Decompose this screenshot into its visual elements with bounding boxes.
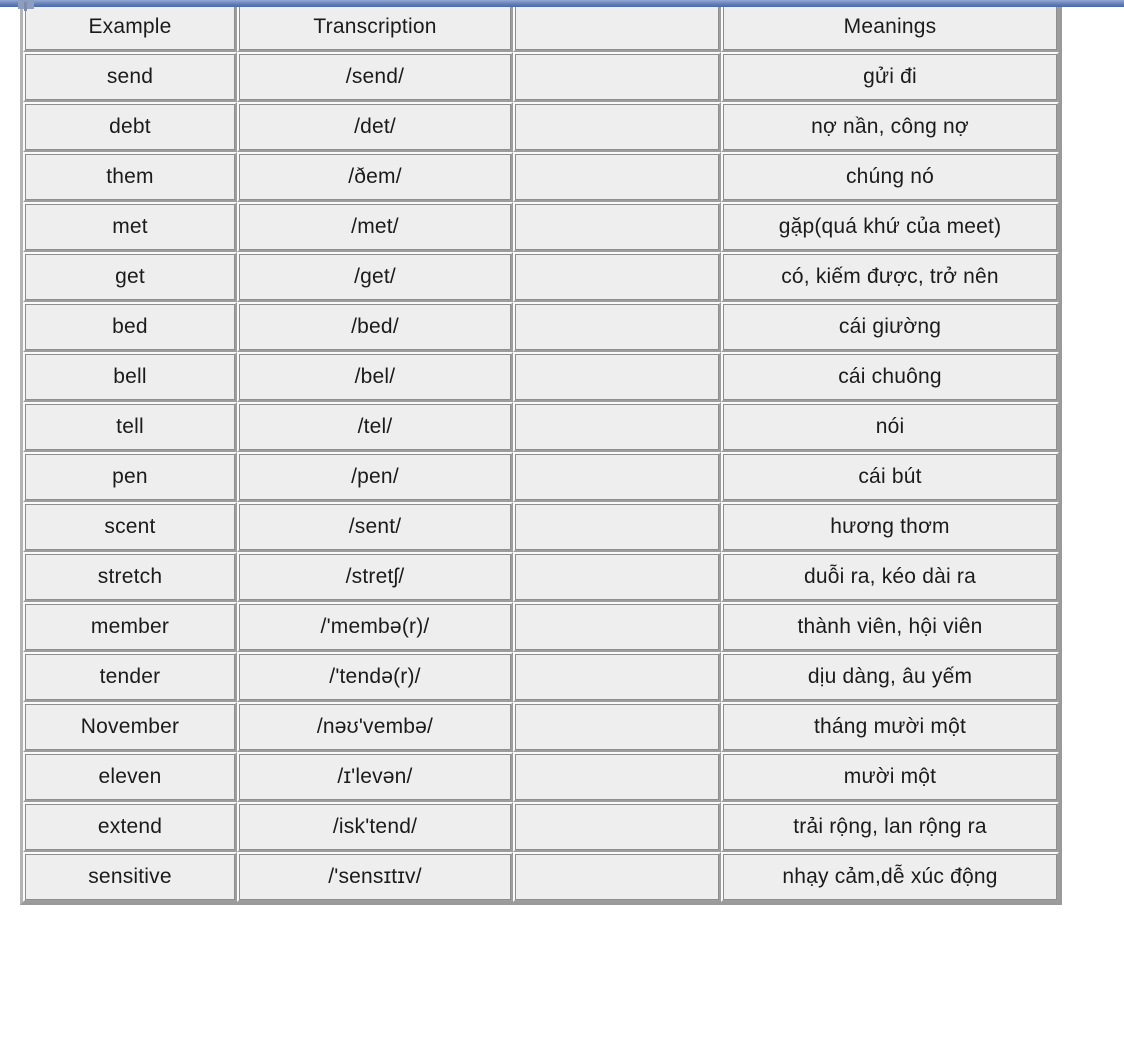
table-row: bed/bed/cái giường <box>23 302 1059 352</box>
cell-example: send <box>23 52 237 102</box>
table-row: stretch/stretʃ/duỗi ra, kéo dài ra <box>23 552 1059 602</box>
cell-example: bell <box>23 352 237 402</box>
cell-transcription: /'tendə(r)/ <box>237 652 513 702</box>
cell-blank <box>513 552 721 602</box>
cell-example: member <box>23 602 237 652</box>
cell-blank <box>513 452 721 502</box>
cell-example: them <box>23 152 237 202</box>
cell-blank <box>513 752 721 802</box>
header-transcription: Transcription <box>237 2 513 52</box>
cell-transcription: /det/ <box>237 102 513 152</box>
cell-transcription: /tel/ <box>237 402 513 452</box>
cell-transcription: /bed/ <box>237 302 513 352</box>
cell-meaning: cái chuông <box>721 352 1059 402</box>
table-header: Example Transcription Meanings <box>23 2 1059 52</box>
cell-example: bed <box>23 302 237 352</box>
cell-example: scent <box>23 502 237 552</box>
table-row: scent/sent/hương thơm <box>23 502 1059 552</box>
header-blank <box>513 2 721 52</box>
table-row: get/get/có, kiếm được, trở nên <box>23 252 1059 302</box>
cell-meaning: tháng mười một <box>721 702 1059 752</box>
cell-example: met <box>23 202 237 252</box>
cell-blank <box>513 52 721 102</box>
cell-blank <box>513 252 721 302</box>
cell-example: tell <box>23 402 237 452</box>
cell-meaning: có, kiếm được, trở nên <box>721 252 1059 302</box>
cell-transcription: /'sensɪtɪv/ <box>237 852 513 902</box>
cell-transcription: /ðem/ <box>237 152 513 202</box>
cell-example: pen <box>23 452 237 502</box>
cell-transcription: /pen/ <box>237 452 513 502</box>
cell-example: stretch <box>23 552 237 602</box>
cell-blank <box>513 802 721 852</box>
cell-meaning: mười một <box>721 752 1059 802</box>
header-row: Example Transcription Meanings <box>23 2 1059 52</box>
cell-example: get <box>23 252 237 302</box>
cell-meaning: nhạy cảm,dễ xúc động <box>721 852 1059 902</box>
table-row: them/ðem/chúng nó <box>23 152 1059 202</box>
cell-transcription: /get/ <box>237 252 513 302</box>
cell-transcription: /ɪ'levən/ <box>237 752 513 802</box>
cell-blank <box>513 852 721 902</box>
page-root: Example Transcription Meanings send/send… <box>0 0 1124 1044</box>
header-example: Example <box>23 2 237 52</box>
cell-example: eleven <box>23 752 237 802</box>
table-row: sensitive/'sensɪtɪv/nhạy cảm,dễ xúc động <box>23 852 1059 902</box>
cell-meaning: thành viên, hội viên <box>721 602 1059 652</box>
cell-transcription: /nəʊ'vembə/ <box>237 702 513 752</box>
header-meanings: Meanings <box>721 2 1059 52</box>
table-row: send/send/gửi đi <box>23 52 1059 102</box>
table-row: tender/'tendə(r)/ dịu dàng, âu yếm <box>23 652 1059 702</box>
cell-blank <box>513 602 721 652</box>
cell-transcription: /send/ <box>237 52 513 102</box>
cell-meaning: duỗi ra, kéo dài ra <box>721 552 1059 602</box>
table-row: extend/isk'tend/trải rộng, lan rộng ra <box>23 802 1059 852</box>
cell-blank <box>513 702 721 752</box>
cell-transcription: /bel/ <box>237 352 513 402</box>
cell-meaning: hương thơm <box>721 502 1059 552</box>
table-row: November/nəʊ'vembə/tháng mười một <box>23 702 1059 752</box>
cell-meaning: gặp(quá khứ của meet) <box>721 202 1059 252</box>
cell-blank <box>513 202 721 252</box>
cell-meaning: gửi đi <box>721 52 1059 102</box>
table-row: pen/pen/cái bút <box>23 452 1059 502</box>
cell-example: tender <box>23 652 237 702</box>
cell-blank <box>513 402 721 452</box>
cell-transcription: /isk'tend/ <box>237 802 513 852</box>
window-title-strip <box>0 0 1124 7</box>
cell-blank <box>513 152 721 202</box>
cell-meaning: trải rộng, lan rộng ra <box>721 802 1059 852</box>
vocabulary-table: Example Transcription Meanings send/send… <box>20 2 1062 905</box>
cell-example: November <box>23 702 237 752</box>
cell-meaning: cái bút <box>721 452 1059 502</box>
cell-transcription: /met/ <box>237 202 513 252</box>
cell-example: extend <box>23 802 237 852</box>
cell-example: sensitive <box>23 852 237 902</box>
vocabulary-table-container: Example Transcription Meanings send/send… <box>20 2 1062 905</box>
table-row: met/met/gặp(quá khứ của meet) <box>23 202 1059 252</box>
cell-meaning: dịu dàng, âu yếm <box>721 652 1059 702</box>
table-body: send/send/gửi đi debt/det/nợ nần, công nợ… <box>23 52 1059 902</box>
cell-blank <box>513 352 721 402</box>
cell-meaning: nợ nần, công nợ <box>721 102 1059 152</box>
table-row: debt/det/nợ nần, công nợ <box>23 102 1059 152</box>
cell-example: debt <box>23 102 237 152</box>
cell-meaning: chúng nó <box>721 152 1059 202</box>
table-row: tell/tel/nói <box>23 402 1059 452</box>
table-row: member/'membə(r)/ thành viên, hội viên <box>23 602 1059 652</box>
cell-blank <box>513 302 721 352</box>
cell-blank <box>513 652 721 702</box>
cell-meaning: nói <box>721 402 1059 452</box>
cell-blank <box>513 502 721 552</box>
cell-blank <box>513 102 721 152</box>
cell-meaning: cái giường <box>721 302 1059 352</box>
cell-transcription: /'membə(r)/ <box>237 602 513 652</box>
cell-transcription: /sent/ <box>237 502 513 552</box>
cell-transcription: /stretʃ/ <box>237 552 513 602</box>
table-row: bell/bel/cái chuông <box>23 352 1059 402</box>
window-control-icon <box>18 0 34 11</box>
table-row: eleven/ɪ'levən/mười một <box>23 752 1059 802</box>
